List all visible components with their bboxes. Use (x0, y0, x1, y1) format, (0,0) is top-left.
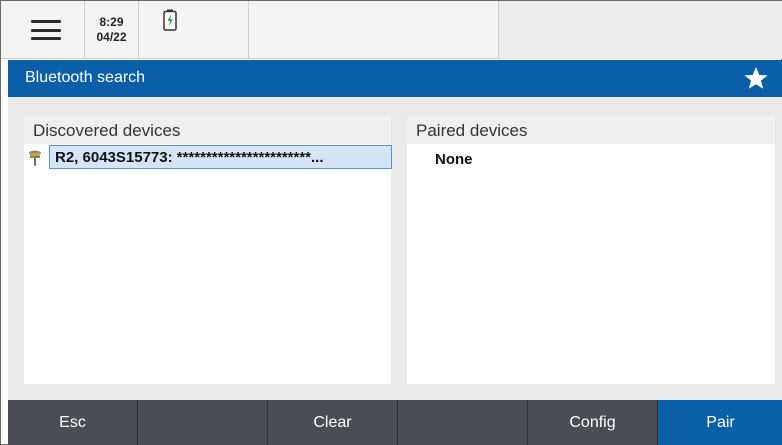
config-button[interactable]: Config (528, 400, 658, 445)
status-bar: 8:29 04/22 (1, 1, 782, 59)
star-icon[interactable] (743, 66, 769, 91)
empty-softkey-2[interactable] (398, 400, 528, 445)
page-title: Bluetooth search (25, 69, 146, 86)
discovered-devices-panel: Discovered devices R2, 6043S15773: *****… (24, 116, 392, 384)
status-slot (249, 1, 499, 59)
app-window: 8:29 04/22 Bluetooth search Discovered d… (0, 0, 782, 445)
clock: 8:29 04/22 (85, 1, 139, 59)
bottom-toolbar: Esc Clear Config Pair (8, 400, 782, 445)
pair-button[interactable]: Pair (658, 400, 782, 445)
empty-softkey-1[interactable] (138, 400, 268, 445)
paired-devices-panel: Paired devices None (407, 116, 775, 384)
time-text: 8:29 (99, 15, 124, 29)
hamburger-menu-icon (31, 20, 61, 40)
esc-button[interactable]: Esc (8, 400, 138, 445)
gnss-receiver-icon (29, 150, 41, 166)
menu-button[interactable] (8, 1, 85, 59)
empty-list-text: None (435, 151, 473, 168)
content-area: Discovered devices R2, 6043S15773: *****… (8, 97, 782, 400)
paired-devices-header: Paired devices (407, 116, 775, 144)
clear-button[interactable]: Clear (268, 400, 398, 445)
list-item[interactable]: R2, 6043S15773: ***********************.… (24, 145, 392, 169)
battery-status[interactable] (139, 1, 249, 59)
date-text: 04/22 (96, 30, 127, 44)
discovered-devices-header: Discovered devices (24, 116, 391, 144)
status-slot-right (499, 1, 782, 59)
device-entry[interactable]: R2, 6043S15773: ***********************.… (49, 145, 392, 169)
title-bar: Bluetooth search (8, 60, 782, 97)
battery-charging-icon (163, 9, 177, 31)
